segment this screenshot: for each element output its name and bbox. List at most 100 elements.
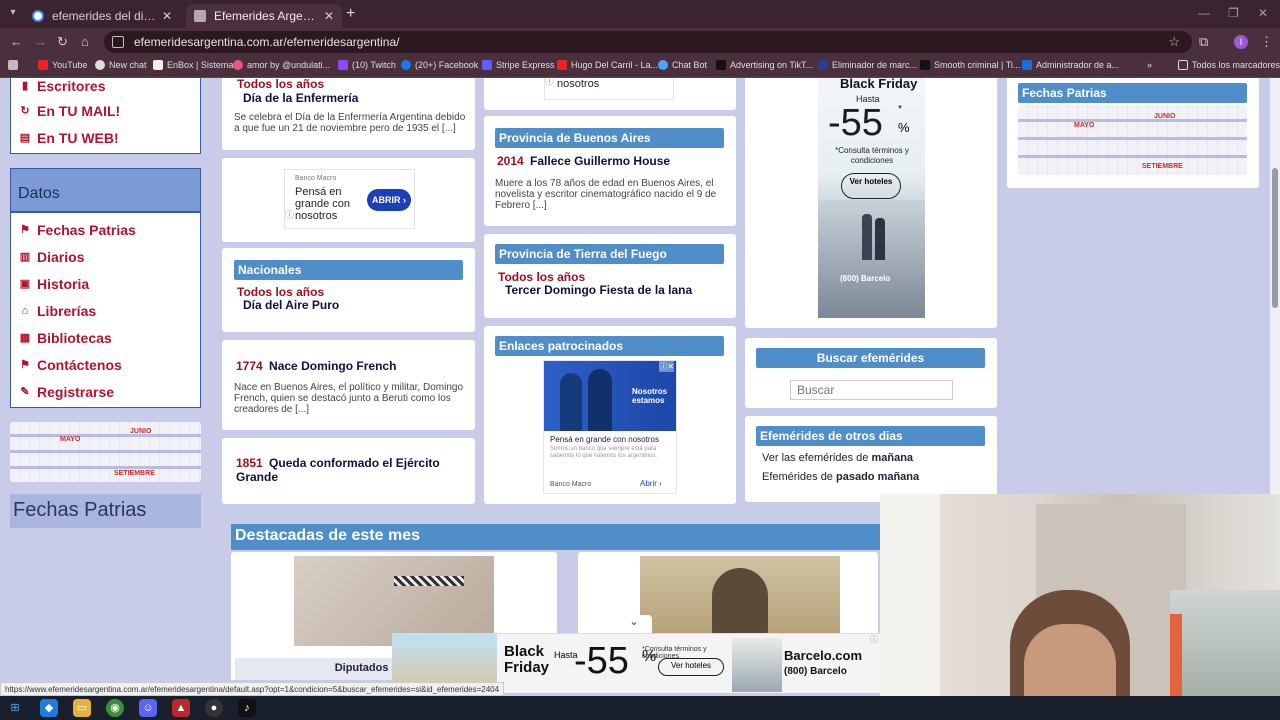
forward-icon[interactable]: → (34, 34, 47, 49)
flag-icon: ⚑ (20, 358, 30, 371)
new-tab-icon[interactable]: + (346, 5, 355, 23)
ad-barcelo-vertical[interactable]: Black Friday Hasta -55 % * *Consulta tér… (818, 78, 925, 318)
ad-info-icon[interactable]: ⓘ (285, 208, 294, 221)
sidebar-item-registrarse[interactable]: ✎ Registrarse (11, 378, 200, 405)
apps-icon[interactable] (8, 60, 22, 70)
ad-snippet[interactable]: ⓘ nosotros (544, 78, 674, 100)
site-info-icon[interactable] (112, 36, 124, 48)
reload-icon[interactable]: ↻ (57, 34, 68, 50)
collapse-ad-icon[interactable]: ⌄ (616, 615, 652, 633)
bookmark-eliminador[interactable]: Eliminador de marc... (818, 60, 917, 70)
card-dia-enfermeria[interactable]: Todos los años Día de la Enfermería Se c… (222, 78, 475, 150)
ad-abrir-link[interactable]: Abrir › (640, 479, 662, 488)
sidebar-item-mail[interactable]: ↻ En TU MAIL! (11, 97, 200, 124)
obs-icon[interactable]: ● (205, 699, 223, 717)
bookmark-chat-bot[interactable]: Chat Bot (658, 60, 707, 70)
ad-banco-macro-card[interactable]: Nosotros estamos ⓘ✕ Pensá en grande con … (543, 360, 677, 494)
calendar-tag: JUNIO (130, 428, 152, 435)
ad-info-icon[interactable]: ⓘ (545, 78, 554, 87)
sidebar-item-bibliotecas[interactable]: ▦ Bibliotecas (11, 324, 200, 351)
discord-icon[interactable]: ☺ (139, 699, 157, 717)
bookmark-stripe[interactable]: Stripe Express (482, 60, 555, 70)
list-icon: ▤ (19, 131, 31, 144)
bookmark-new-chat[interactable]: New chat (95, 60, 147, 70)
event-text: Nace en Buenos Aires, el político y mili… (234, 382, 463, 415)
search-input[interactable] (790, 380, 953, 400)
menu-icon[interactable]: ⋮ (1260, 34, 1273, 50)
bookmark-star-icon[interactable]: ☆ (1168, 34, 1180, 50)
card-fechas-patrias: Fechas Patrias MAYO JUNIO SETIEMBRE (1007, 78, 1259, 188)
event-title[interactable]: Fallece Guillermo House (530, 154, 670, 168)
tab-efemerides-search[interactable]: efemerides del dia de hoy - Bu ✕ (24, 4, 180, 28)
section-header-enlaces: Enlaces patrocinados (495, 336, 724, 356)
card-domingo-french[interactable]: 1774 Nace Domingo French Nace en Buenos … (222, 340, 475, 430)
bookmark-facebook[interactable]: (20+) Facebook (401, 60, 478, 70)
card-provincia-buenos-aires[interactable]: Provincia de Buenos Aires 2014 Fallece G… (484, 116, 736, 226)
home-icon[interactable]: ⌂ (81, 34, 89, 49)
sidebar-item-web[interactable]: ▤ En TU WEB! (11, 124, 200, 151)
event-title[interactable]: Queda conformado el Ejército Grande (236, 456, 440, 484)
bookmark-youtube[interactable]: YouTube (38, 60, 87, 70)
close-tab-icon[interactable]: ✕ (324, 9, 334, 23)
copilot-icon[interactable]: ◆ (40, 699, 58, 717)
bookmark-twitch[interactable]: (10) Twitch (338, 60, 396, 70)
book-icon: ▣ (19, 277, 31, 290)
section-header-buenos-aires: Provincia de Buenos Aires (495, 128, 724, 148)
extensions-icon[interactable]: ⧉ (1199, 34, 1208, 50)
ad-abrir-button[interactable]: ABRIR › (367, 189, 411, 211)
calendar-image[interactable]: MAYO JUNIO SETIEMBRE (10, 422, 201, 482)
link-pasado-manana[interactable]: Efemérides de pasado mañana (762, 471, 919, 483)
close-tab-icon[interactable]: ✕ (162, 9, 172, 23)
sidebar-item-diarios[interactable]: ▥ Diarios (11, 243, 200, 270)
ad-phone: (800) Barcelo (784, 666, 847, 677)
ad-close-icon[interactable]: ⓘ✕ (659, 361, 674, 372)
all-bookmarks-folder[interactable]: Todos los marcadores (1178, 60, 1280, 70)
close-window-icon[interactable]: ✕ (1258, 6, 1268, 20)
calendar-image[interactable]: MAYO JUNIO SETIEMBRE (1018, 105, 1247, 175)
chrome-icon[interactable]: ◉ (106, 699, 124, 717)
bookmark-tiktok-ads[interactable]: Advertising on TikT... (716, 60, 813, 70)
tab-title: efemerides del dia de hoy - Bu (52, 9, 156, 23)
calendar-row (10, 466, 201, 469)
ad-info-icon[interactable]: ⓘ (870, 634, 878, 645)
bookmark-amor[interactable]: amor by @undulati... (233, 60, 330, 70)
bookmark-hugo[interactable]: Hugo Del Carril - La... (557, 60, 658, 70)
event-title[interactable]: Nace Domingo French (269, 359, 396, 373)
address-bar[interactable]: efemeridesargentina.com.ar/efemeridesarg… (104, 31, 1192, 53)
bookmark-administrador[interactable]: Administrador de a... (1022, 60, 1119, 70)
sidebar-item-librerias[interactable]: ⌂ Librerías (11, 297, 200, 324)
app-icon[interactable]: ▲ (172, 699, 190, 717)
sidebar-item-historia[interactable]: ▣ Historia (11, 270, 200, 297)
bookmark-smooth-criminal[interactable]: Smooth criminal | Ti... (920, 60, 1020, 70)
windows-start-icon[interactable]: ⊞ (6, 699, 24, 717)
bookmark-enbox[interactable]: EnBox | Sistema (153, 60, 233, 70)
event-year: 1774 (236, 359, 263, 373)
card-tierra-del-fuego[interactable]: Provincia de Tierra del Fuego Todos los … (484, 234, 736, 318)
calendar-row (1018, 119, 1247, 122)
url-text[interactable]: efemeridesargentina.com.ar/efemeridesarg… (134, 35, 399, 49)
ad-ver-hoteles-button[interactable]: Ver hoteles (841, 173, 901, 199)
event-title[interactable]: Día de la Enfermería (243, 91, 358, 105)
ad-terms: *Consulta términos y condiciones (835, 146, 909, 165)
card-ejercito-grande[interactable]: 1851 Queda conformado el Ejército Grande (222, 438, 475, 504)
link-manana[interactable]: Ver las efemérides de mañana (762, 452, 913, 464)
profile-avatar[interactable]: I (1234, 35, 1248, 49)
sidebar-item-escritores[interactable]: ▮ Escritores (11, 78, 200, 97)
maximize-icon[interactable]: ❐ (1228, 6, 1239, 20)
scrollbar-thumb[interactable] (1272, 168, 1278, 308)
ad-banco-macro[interactable]: Banco Macro Pensá en grande con nosotros… (284, 169, 415, 229)
file-explorer-icon[interactable]: ▭ (73, 699, 91, 717)
fechas-patrias-heading[interactable]: Fechas Patrias (10, 494, 201, 528)
tiktok-icon[interactable]: ♪ (238, 699, 256, 717)
back-icon[interactable]: ← (10, 34, 23, 49)
minimize-icon[interactable]: — (1198, 6, 1210, 20)
sidebar-item-contactenos[interactable]: ⚑ Contáctenos (11, 351, 200, 378)
event-title[interactable]: Día del Aire Puro (243, 298, 339, 312)
tab-efemerides-argentina[interactable]: Efemerides Argentina ✕ (186, 4, 342, 28)
site-favicon-icon (194, 10, 206, 22)
more-bookmarks-icon[interactable]: » (1147, 60, 1152, 70)
tab-search-icon[interactable]: ▾ (6, 7, 20, 21)
event-title[interactable]: Tercer Domingo Fiesta de la lana (505, 283, 692, 297)
sidebar-item-fechas-patrias[interactable]: ⚑ Fechas Patrias (11, 216, 200, 243)
ad-ver-hoteles-button[interactable]: Ver hoteles (658, 658, 724, 676)
